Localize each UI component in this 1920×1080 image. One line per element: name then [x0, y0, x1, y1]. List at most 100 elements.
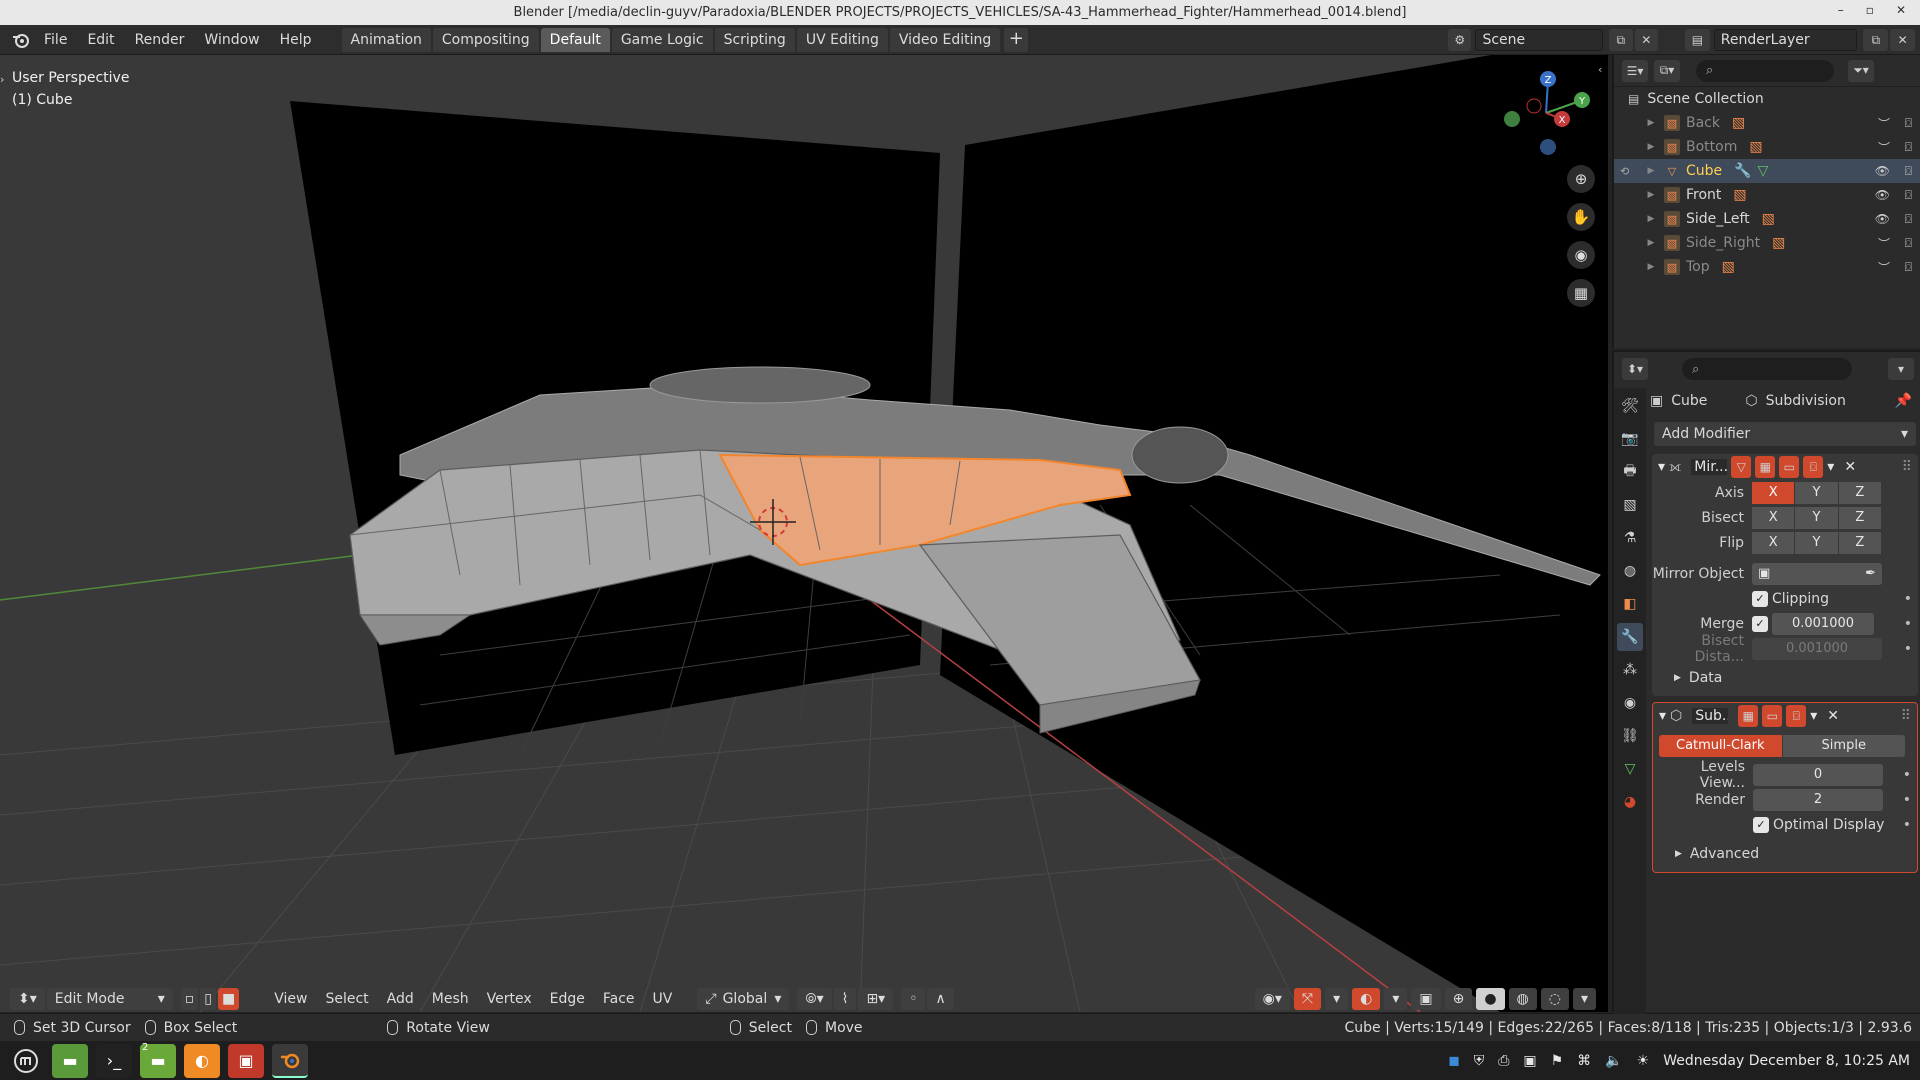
pin-icon[interactable]: 📌: [1895, 393, 1912, 409]
tray-display-icon[interactable]: ▣: [1523, 1053, 1536, 1069]
viewport-toggle-icon[interactable]: ▭: [1762, 705, 1783, 727]
solid-shading-icon[interactable]: ●: [1476, 988, 1505, 1010]
delete-renderlayer-icon[interactable]: ✕: [1890, 29, 1915, 51]
outliner-item-side-right[interactable]: ▶ ▧ Side_Right ▧ ︶ ⌼: [1614, 231, 1920, 255]
subdivision-modifier-header[interactable]: ▾ ⬡ Sub... ▦ ▭ ⌼ ▾ ✕ ⠿: [1653, 703, 1917, 729]
snap-icon[interactable]: ⌇: [833, 988, 857, 1010]
expand-icon[interactable]: ▶: [1644, 166, 1658, 176]
render-toggle-icon[interactable]: ⌼: [1786, 705, 1807, 727]
gizmo-toggle-icon[interactable]: ⤧: [1293, 988, 1322, 1010]
menu-view[interactable]: View: [265, 991, 316, 1007]
collapse-icon[interactable]: ▾: [1658, 459, 1665, 475]
tab-compositing[interactable]: Compositing: [432, 27, 539, 52]
maximize-icon[interactable]: ▫: [1866, 3, 1874, 17]
keyframe-dot-icon[interactable]: •: [1903, 767, 1911, 783]
menu-help[interactable]: Help: [270, 27, 322, 53]
eye-icon[interactable]: 👁: [1875, 164, 1890, 178]
tab-game-logic[interactable]: Game Logic: [611, 27, 713, 52]
axis-x-toggle[interactable]: X: [1752, 481, 1795, 504]
material-shading-icon[interactable]: ◍: [1508, 988, 1537, 1010]
falloff-icon[interactable]: ∧: [927, 988, 954, 1010]
camera-view-icon[interactable]: ◉: [1567, 241, 1595, 269]
menu-add[interactable]: Add: [378, 991, 423, 1007]
bisect-z-toggle[interactable]: Z: [1838, 506, 1881, 529]
keyframe-dot-icon[interactable]: •: [1903, 817, 1911, 833]
tray-volume-icon[interactable]: 🔈: [1605, 1053, 1622, 1069]
outliner-item-bottom[interactable]: ▶ ▧ Bottom ▧ ︶ ⌼: [1614, 135, 1920, 159]
blender-logo-icon[interactable]: [8, 27, 34, 53]
material-tab-icon[interactable]: ◕: [1617, 788, 1643, 816]
terminal-icon[interactable]: ›_: [96, 1043, 132, 1078]
hidden-icon[interactable]: ︶: [1878, 235, 1890, 252]
output-tab-icon[interactable]: 🖶: [1617, 458, 1643, 486]
menu-mesh[interactable]: Mesh: [423, 991, 478, 1007]
optimal-display-checkbox[interactable]: ✓: [1753, 816, 1769, 833]
pan-hand-icon[interactable]: ✋: [1567, 203, 1595, 231]
tray-printer-icon[interactable]: ⎙: [1498, 1053, 1509, 1069]
toolbar-expand-icon[interactable]: ›: [0, 73, 4, 86]
new-renderlayer-icon[interactable]: ⧉: [1863, 29, 1889, 51]
menu-select[interactable]: Select: [316, 991, 377, 1007]
outliner-item-side-left[interactable]: ▶ ▧ Side_Left ▧ 👁 ⌼: [1614, 207, 1920, 231]
outliner-item-cube[interactable]: ⟲ ▶ ▽ Cube 🔧 ▽ 👁 ⌼: [1614, 159, 1920, 183]
expand-icon[interactable]: ▶: [1644, 190, 1658, 200]
ortho-grid-icon[interactable]: ▦: [1567, 279, 1595, 307]
modifier-tab-icon[interactable]: 🔧: [1617, 623, 1643, 651]
folder-icon[interactable]: ▬ 2: [140, 1042, 176, 1078]
zoom-icon[interactable]: ⊕: [1567, 165, 1595, 193]
simple-button[interactable]: Simple: [1782, 734, 1905, 757]
overlay-dropdown-icon[interactable]: ▾: [1384, 988, 1408, 1010]
keyframe-dot-icon[interactable]: •: [1904, 616, 1912, 632]
filter-icon[interactable]: ⏷▾: [1848, 59, 1874, 82]
clock[interactable]: Wednesday December 8, 10:25 AM: [1663, 1053, 1910, 1069]
physics-tab-icon[interactable]: ◉: [1617, 689, 1643, 717]
scene-tab-icon[interactable]: ⚗: [1617, 524, 1643, 552]
sidebar-toggle-icon[interactable]: ‹: [1598, 63, 1602, 76]
blender-taskbar-icon[interactable]: [272, 1043, 308, 1078]
axis-z-toggle[interactable]: Z: [1838, 481, 1881, 504]
scene-field[interactable]: Scene: [1475, 29, 1604, 51]
dropdown-icon[interactable]: ▾: [1827, 459, 1834, 475]
editor-type-icon[interactable]: ⬍▾: [10, 988, 45, 1010]
face-select-icon[interactable]: ■: [217, 988, 240, 1010]
viewport-scene[interactable]: [0, 55, 1608, 1012]
tab-animation[interactable]: Animation: [341, 27, 431, 52]
hidden-icon[interactable]: ︶: [1878, 139, 1890, 156]
expand-icon[interactable]: ▶: [1644, 238, 1658, 248]
drag-handle-icon[interactable]: ⠿: [1902, 459, 1912, 475]
camera-render-icon[interactable]: ⌼: [1905, 164, 1912, 179]
properties-editor-icon[interactable]: ⬍▾: [1622, 358, 1648, 380]
tray-shield-icon[interactable]: ⛨: [1474, 1053, 1485, 1069]
pivot-icon[interactable]: ⦾▾: [797, 988, 832, 1010]
display-mode-icon[interactable]: ⧉▾: [1654, 59, 1680, 82]
mesh-data-tab-icon[interactable]: ▽: [1617, 755, 1643, 783]
flip-z-toggle[interactable]: Z: [1838, 531, 1881, 554]
pdf-reader-icon[interactable]: ▣: [228, 1043, 264, 1078]
render-toggle-icon[interactable]: ⌼: [1803, 456, 1824, 478]
menu-file[interactable]: File: [34, 27, 77, 53]
camera-render-icon[interactable]: ⌼: [1905, 212, 1912, 227]
mode-selector[interactable]: Edit Mode ▾: [46, 988, 173, 1010]
menu-render[interactable]: Render: [125, 27, 195, 53]
camera-render-icon[interactable]: ⌼: [1905, 140, 1912, 155]
viewport-toggle-icon[interactable]: ▭: [1779, 456, 1800, 478]
keyframe-dot-icon[interactable]: •: [1904, 641, 1912, 657]
collapse-icon[interactable]: ▾: [1659, 708, 1666, 724]
edit-mode-toggle-icon[interactable]: ▦: [1738, 705, 1759, 727]
levels-viewport-field[interactable]: 0: [1753, 763, 1883, 786]
clipping-checkbox[interactable]: ✓: [1752, 590, 1768, 607]
subdivision-name-field[interactable]: Sub...: [1692, 708, 1729, 724]
tab-default[interactable]: Default: [540, 27, 610, 52]
add-modifier-dropdown[interactable]: Add Modifier ▾: [1654, 422, 1916, 446]
tab-uv-editing[interactable]: UV Editing: [796, 27, 888, 52]
tray-brightness-icon[interactable]: ☀: [1637, 1053, 1650, 1069]
tray-keyboard-flag-icon[interactable]: ⚑: [1551, 1053, 1564, 1069]
world-tab-icon[interactable]: ◍: [1617, 557, 1643, 585]
edit-mode-toggle-icon[interactable]: ▦: [1755, 456, 1776, 478]
bisect-x-toggle[interactable]: X: [1752, 506, 1795, 529]
renderlayer-field[interactable]: RenderLayer: [1713, 29, 1858, 51]
close-icon[interactable]: ✕: [1896, 3, 1906, 17]
camera-render-icon[interactable]: ⌼: [1905, 236, 1912, 251]
render-tab-icon[interactable]: 📷: [1617, 425, 1643, 453]
tab-video-editing[interactable]: Video Editing: [889, 27, 1001, 52]
